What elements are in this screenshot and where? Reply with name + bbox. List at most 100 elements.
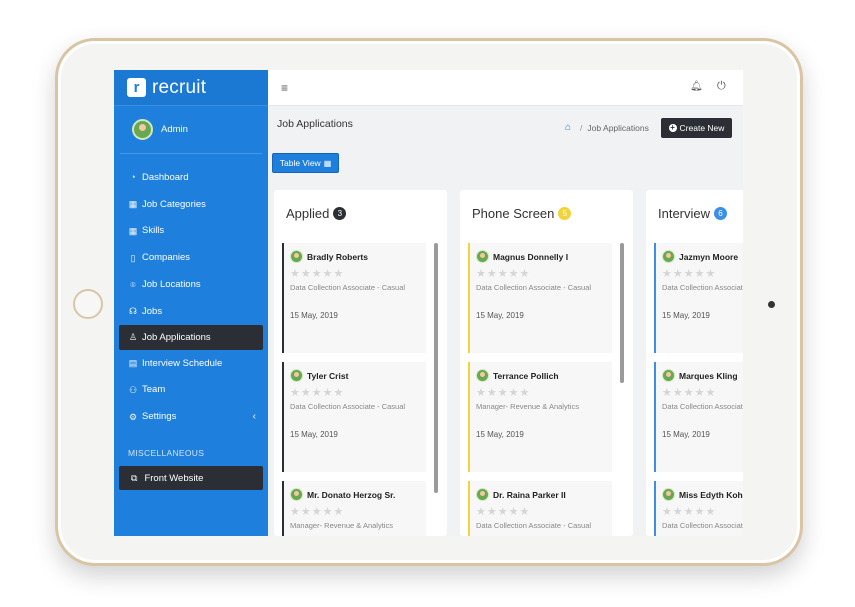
job-title: Data Collection Associate - Casual xyxy=(290,402,406,411)
applicant-name: Terrance Pollich xyxy=(493,370,559,381)
grid-icon: ▦ xyxy=(128,199,138,210)
column-header: Phone Screen 5 xyxy=(472,206,572,221)
column-phone-screen: Phone Screen 5 Magnus Donnelly I ★★★★★ D… xyxy=(460,190,633,536)
rating-stars[interactable]: ★★★★★ xyxy=(476,505,612,518)
sidebar-item-label: Skills xyxy=(142,225,165,237)
sidebar-item-settings[interactable]: ⚙ Settings ‹ xyxy=(114,403,268,430)
applicant-card[interactable]: Marques Kling ★★★★★ Data Collection Asso… xyxy=(654,362,743,472)
sidebar-nav: ◔ Dashboard ▦ Job Categories ▦ Skills ▯ … xyxy=(114,164,268,430)
job-title: Data Collection Associate - Casual xyxy=(662,283,743,292)
avatar xyxy=(662,369,675,382)
applicant-card[interactable]: Dr. Raina Parker II ★★★★★ Data Collectio… xyxy=(468,481,612,536)
sidebar-item-label: Companies xyxy=(142,252,191,264)
applicant-name: Bradly Roberts xyxy=(307,251,368,262)
avatar xyxy=(662,250,675,263)
applicant-card[interactable]: Bradly Roberts ★★★★★ Data Collection Ass… xyxy=(282,243,426,353)
applicant-card[interactable]: Magnus Donnelly I ★★★★★ Data Collection … xyxy=(468,243,612,353)
rating-stars[interactable]: ★★★★★ xyxy=(476,267,612,280)
rating-stars[interactable]: ★★★★★ xyxy=(290,386,426,399)
sidebar-item-team[interactable]: ⚇ Team xyxy=(114,377,268,404)
job-title: Data Collection Associate - Casual xyxy=(290,283,406,292)
rating-stars[interactable]: ★★★★★ xyxy=(662,386,743,399)
home-icon[interactable]: ⌂ xyxy=(565,122,571,133)
applied-date: 15 May, 2019 xyxy=(290,430,338,439)
create-new-label: Create New xyxy=(679,123,725,133)
create-new-button[interactable]: + Create New xyxy=(661,118,732,138)
avatar xyxy=(662,488,675,501)
column-header: Applied 3 xyxy=(286,206,347,221)
applicant-name: Marques Kling xyxy=(679,370,738,381)
sidebar-item-interview-schedule[interactable]: ▤ Interview Schedule xyxy=(114,350,268,377)
applied-date: 15 May, 2019 xyxy=(290,311,338,320)
avatar xyxy=(476,488,489,501)
avatar xyxy=(290,369,303,382)
applicant-card[interactable]: Mr. Donato Herzog Sr. ★★★★★ Manager- Rev… xyxy=(282,481,426,536)
sidebar-item-companies[interactable]: ▯ Companies xyxy=(114,244,268,271)
sidebar-item-label: Settings xyxy=(142,411,177,423)
applicant-card[interactable]: Jazmyn Moore ★★★★★ Data Collection Assoc… xyxy=(654,243,743,353)
hamburger-icon[interactable]: ≡ xyxy=(281,81,288,95)
applicant-card[interactable]: Terrance Pollich ★★★★★ Manager- Revenue … xyxy=(468,362,612,472)
brand[interactable]: r recruit xyxy=(114,70,268,106)
sidebar-item-dashboard[interactable]: ◔ Dashboard xyxy=(114,164,268,191)
sidebar-item-jobs[interactable]: ☊ Jobs xyxy=(114,298,268,325)
count-badge: 3 xyxy=(333,207,347,220)
sidebar: r recruit Admin ◔ Dashboard ▦ Job Catego… xyxy=(114,70,268,536)
table-icon: ▦ xyxy=(323,158,332,168)
sidebar-item-label: Jobs xyxy=(142,305,163,317)
logo-icon: r xyxy=(127,78,146,97)
column-interview: Interview 6 Jazmyn Moore ★★★★★ Data Coll… xyxy=(646,190,743,536)
bell-icon[interactable]: 🔔︎ xyxy=(690,81,703,92)
user-icon: ♙ xyxy=(128,332,138,343)
applicant-name: Mr. Donato Herzog Sr. xyxy=(307,489,396,500)
external-link-icon: ⧉ xyxy=(131,472,138,483)
rating-stars[interactable]: ★★★★★ xyxy=(290,505,426,518)
scrollbar[interactable] xyxy=(434,243,438,493)
sidebar-item-label: Job Applications xyxy=(142,331,211,343)
sidebar-item-job-locations[interactable]: ⌾ Job Locations xyxy=(114,271,268,298)
column-title: Applied xyxy=(286,206,330,221)
applicant-name: Miss Edyth Kohler xyxy=(679,489,743,500)
breadcrumb-separator: / xyxy=(580,122,583,133)
chevron-left-icon: ‹ xyxy=(252,411,256,423)
sidebar-item-label: Job Categories xyxy=(142,198,206,210)
location-pin-icon: ⌾ xyxy=(130,279,136,290)
avatar xyxy=(290,250,303,263)
applicant-card[interactable]: Miss Edyth Kohler ★★★★★ Data Collection … xyxy=(654,481,743,536)
job-title: Data Collection Associate - Casual xyxy=(662,521,743,530)
rating-stars[interactable]: ★★★★★ xyxy=(662,505,743,518)
breadcrumb: ⌂ / Job Applications xyxy=(565,122,649,133)
applied-date: 15 May, 2019 xyxy=(476,430,524,439)
user-profile[interactable]: Admin xyxy=(120,106,262,154)
app-screen: r recruit Admin ◔ Dashboard ▦ Job Catego… xyxy=(114,70,743,536)
card-list: Magnus Donnelly I ★★★★★ Data Collection … xyxy=(468,243,618,536)
applicant-name: Tyler Crist xyxy=(307,370,349,381)
breadcrumb-current: Job Applications xyxy=(587,122,649,133)
table-view-button[interactable]: Table View ▦ xyxy=(272,153,339,173)
sidebar-item-skills[interactable]: ▦ Skills xyxy=(114,218,268,245)
people-icon: ☊ xyxy=(129,306,137,317)
applicant-name: Jazmyn Moore xyxy=(679,251,739,262)
scrollbar[interactable] xyxy=(620,243,624,383)
applicant-name: Magnus Donnelly I xyxy=(493,251,569,262)
applied-date: 15 May, 2019 xyxy=(476,311,524,320)
applicant-card[interactable]: Tyler Crist ★★★★★ Data Collection Associ… xyxy=(282,362,426,472)
brand-name: recruit xyxy=(152,76,207,98)
count-badge: 5 xyxy=(558,207,572,220)
card-list: Jazmyn Moore ★★★★★ Data Collection Assoc… xyxy=(654,243,743,536)
rating-stars[interactable]: ★★★★★ xyxy=(662,267,743,280)
card-list: Bradly Roberts ★★★★★ Data Collection Ass… xyxy=(282,243,432,536)
power-icon[interactable]: ⏻ xyxy=(717,80,726,93)
rating-stars[interactable]: ★★★★★ xyxy=(290,267,426,280)
building-icon: ▯ xyxy=(130,252,136,263)
front-website-button[interactable]: ⧉ Front Website xyxy=(119,466,263,491)
page-title: Job Applications xyxy=(277,118,353,130)
sidebar-item-job-categories[interactable]: ▦ Job Categories xyxy=(114,191,268,218)
sidebar-item-job-applications[interactable]: ♙ Job Applications xyxy=(119,324,263,350)
home-button[interactable] xyxy=(73,289,103,319)
column-title: Interview xyxy=(658,206,711,221)
applied-date: 15 May, 2019 xyxy=(662,311,710,320)
job-title: Data Collection Associate - Casual xyxy=(662,402,743,411)
topbar: ≡ 🔔︎ ⏻ xyxy=(268,70,743,106)
rating-stars[interactable]: ★★★★★ xyxy=(476,386,612,399)
